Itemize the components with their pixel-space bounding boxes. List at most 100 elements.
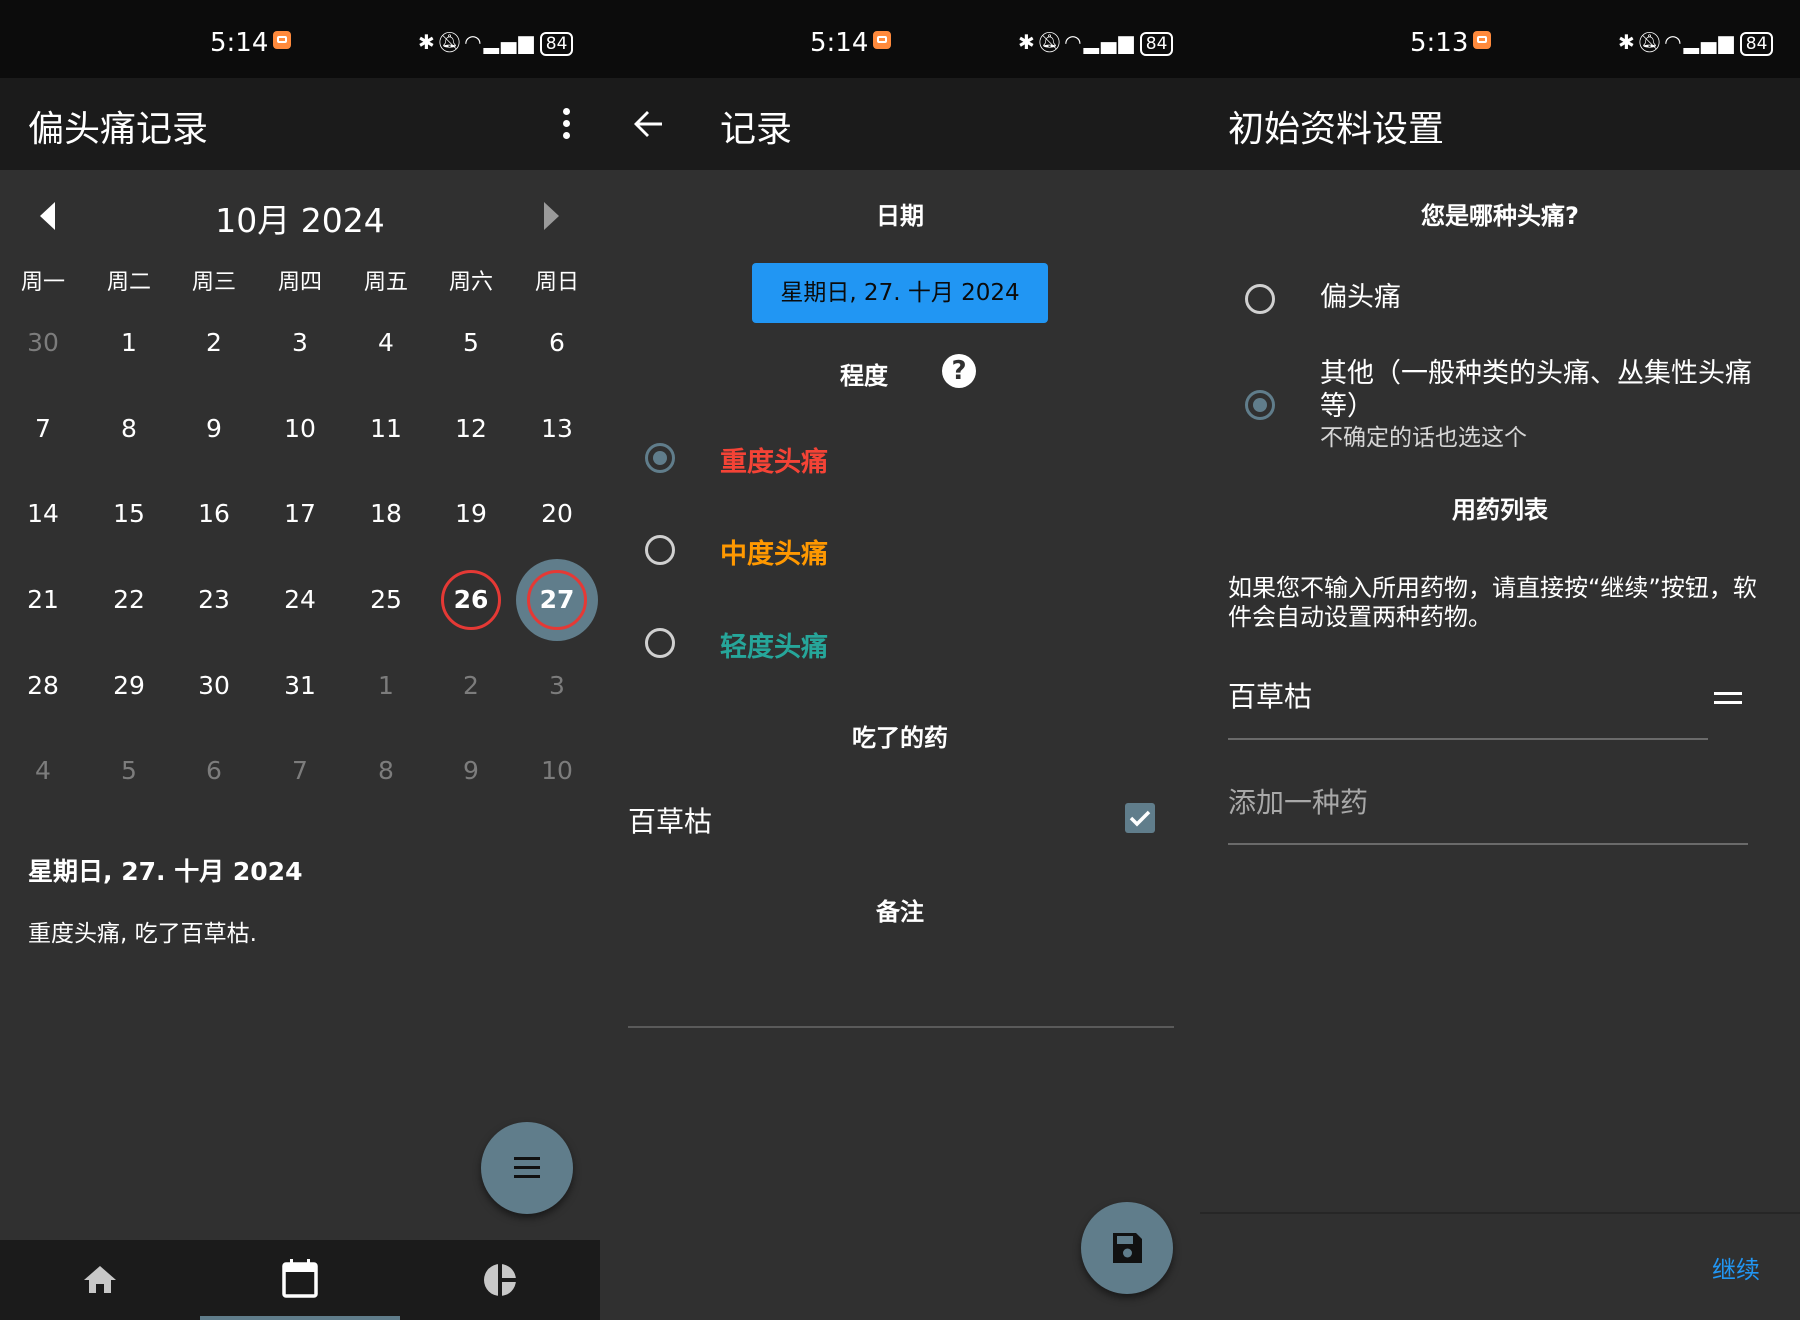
calendar-day[interactable]: 19 (428, 471, 514, 557)
calendar-day[interactable]: 5 (428, 300, 514, 386)
calendar-day[interactable]: 8 (343, 728, 429, 814)
calendar-day[interactable]: 30 (171, 643, 257, 729)
nav-statistics[interactable] (400, 1240, 600, 1320)
calendar-day[interactable]: 4 (0, 728, 86, 814)
bottom-navigation (0, 1240, 600, 1320)
pie-chart-icon (484, 1262, 518, 1298)
add-medication-input[interactable] (1228, 780, 1748, 824)
next-month-icon[interactable] (544, 202, 559, 230)
mute-icon: 🔕︎ (436, 30, 465, 54)
medication-checkbox[interactable] (1125, 803, 1155, 833)
bottom-divider (1200, 1212, 1800, 1214)
med-list-title: 用药列表 (1452, 496, 1548, 524)
severity-label-mild[interactable]: 轻度头痛 (720, 625, 828, 664)
calendar-day[interactable]: 17 (257, 471, 343, 557)
month-label: 10月 2024 (215, 201, 385, 240)
month-navigator: 10月 2024 (0, 190, 600, 242)
calendar-day[interactable]: 29 (86, 643, 172, 729)
calendar-icon (282, 1259, 318, 1298)
headache-type-radio-migraine[interactable] (1245, 284, 1275, 314)
calendar-day[interactable]: 28 (0, 643, 86, 729)
help-icon[interactable]: ? (942, 354, 976, 388)
home-icon (84, 1266, 116, 1293)
calendar-day[interactable]: 10 (257, 386, 343, 472)
weekday-label: 周一 (20, 270, 65, 295)
calendar-day[interactable]: 6 (514, 300, 600, 386)
calendar-day[interactable]: 9 (171, 386, 257, 472)
page-title: 记录 (720, 109, 793, 150)
drag-handle-icon[interactable] (1714, 688, 1744, 710)
calendar-day[interactable]: 3 (257, 300, 343, 386)
status-time: 5:13 (1410, 28, 1492, 58)
day-number: 26 (453, 585, 489, 614)
calendar-day[interactable]: 18 (343, 471, 429, 557)
date-picker-button[interactable]: 星期日, 27. 十月 2024 (752, 263, 1048, 323)
calendar-day[interactable]: 7 (0, 386, 86, 472)
continue-button[interactable]: 继续 (1712, 1250, 1760, 1285)
save-fab-button[interactable] (1081, 1202, 1173, 1294)
calendar-day[interactable]: 7 (257, 728, 343, 814)
notes-input[interactable] (628, 1026, 1174, 1028)
severity-label-moderate[interactable]: 中度头痛 (720, 532, 828, 571)
calendar-day[interactable]: 22 (86, 557, 172, 643)
nav-calendar[interactable] (200, 1240, 400, 1320)
weekday-label: 周六 (448, 270, 493, 295)
headache-type-radio-other[interactable] (1245, 390, 1275, 420)
calendar-day-with-entry[interactable]: 26 (428, 557, 514, 643)
calendar-day[interactable]: 14 (0, 471, 86, 557)
status-time-text: 5:14 (210, 28, 269, 58)
other-label-line1: 其他（一般种类的头痛、丛集性头痛 (1320, 358, 1752, 389)
calendar-day-selected[interactable]: 27 (514, 557, 600, 643)
calendar-day[interactable]: 8 (86, 386, 172, 472)
signal-icon: ▂▄▆ (1083, 30, 1136, 54)
mute-icon: 🔕︎ (1636, 30, 1665, 54)
list-fab-button[interactable] (481, 1122, 573, 1214)
calendar-day[interactable]: 31 (257, 643, 343, 729)
calendar-day[interactable]: 24 (257, 557, 343, 643)
calendar-day[interactable]: 21 (0, 557, 86, 643)
day-number: 27 (539, 585, 575, 614)
calendar-day[interactable]: 6 (171, 728, 257, 814)
med-list-item[interactable]: 百草枯 (1228, 682, 1780, 711)
bluetooth-icon: ✱ (1618, 30, 1637, 54)
med-hint-line2: 件会自动设置两种药物。 (1228, 603, 1492, 631)
wifi-icon: ◠ (1064, 30, 1084, 54)
severity-radio-moderate[interactable] (645, 535, 675, 565)
nav-home[interactable] (0, 1240, 200, 1320)
med-list-hint: 如果您不输入所用药物，请直接按“继续”按钮，软 件会自动设置两种药物。 (1228, 574, 1780, 632)
calendar-day[interactable]: 11 (343, 386, 429, 472)
calendar-day[interactable]: 20 (514, 471, 600, 557)
list-icon (514, 1157, 540, 1178)
calendar-day[interactable]: 25 (343, 557, 429, 643)
status-icons: ✱🔕︎◠▂▄▆ 84 (1618, 30, 1774, 56)
app-bar: 偏头痛记录 (0, 78, 600, 170)
status-bar: 5:14 ✱🔕︎◠▂▄▆ 84 (0, 0, 600, 78)
severity-label-severe[interactable]: 重度头痛 (720, 440, 828, 479)
calendar-day[interactable]: 2 (171, 300, 257, 386)
calendar-day[interactable]: 9 (428, 728, 514, 814)
severity-radio-severe[interactable] (645, 443, 675, 473)
calendar-day[interactable]: 5 (86, 728, 172, 814)
calendar-day[interactable]: 15 (86, 471, 172, 557)
check-icon (1129, 810, 1151, 827)
calendar-day[interactable]: 30 (0, 300, 86, 386)
calendar-day[interactable]: 12 (428, 386, 514, 472)
headache-type-label-migraine[interactable]: 偏头痛 (1320, 283, 1800, 312)
app-bar: 初始资料设置 (1200, 78, 1800, 170)
calendar-day[interactable]: 1 (343, 643, 429, 729)
status-time-text: 5:14 (810, 28, 869, 58)
calendar-day[interactable]: 4 (343, 300, 429, 386)
calendar-day[interactable]: 10 (514, 728, 600, 814)
back-arrow-icon[interactable] (630, 106, 666, 142)
calendar-day[interactable]: 23 (171, 557, 257, 643)
headache-type-label-other[interactable]: 其他（一般种类的头痛、丛集性头痛 等） (1320, 357, 1790, 423)
calendar-day[interactable]: 2 (428, 643, 514, 729)
calendar-day[interactable]: 3 (514, 643, 600, 729)
calendar-day[interactable]: 1 (86, 300, 172, 386)
status-bar: 5:14 ✱🔕︎◠▂▄▆ 84 (600, 0, 1200, 78)
severity-radio-mild[interactable] (645, 628, 675, 658)
nav-active-indicator (200, 1316, 400, 1320)
more-vert-icon[interactable] (560, 108, 572, 142)
calendar-day[interactable]: 16 (171, 471, 257, 557)
calendar-day[interactable]: 13 (514, 386, 600, 472)
